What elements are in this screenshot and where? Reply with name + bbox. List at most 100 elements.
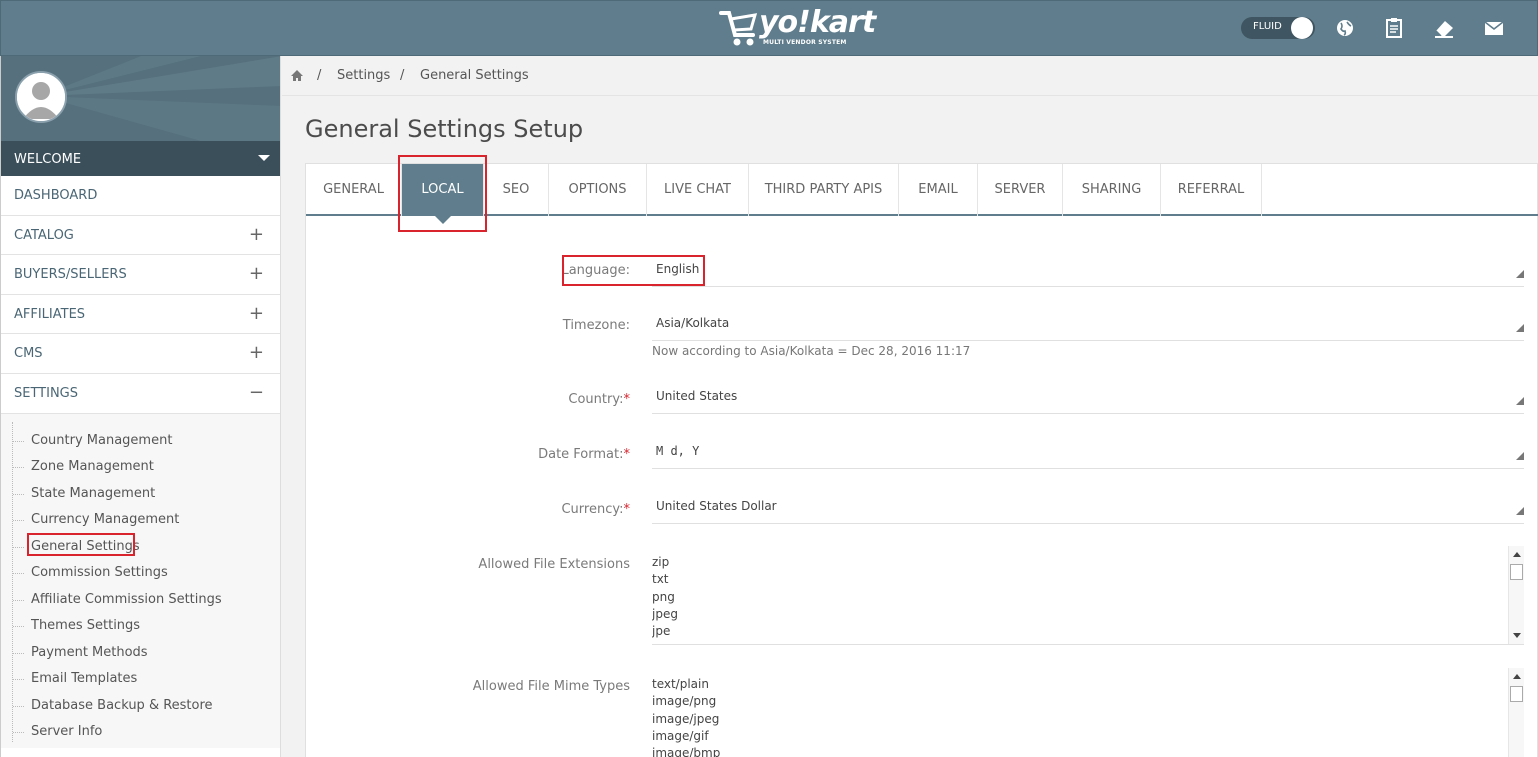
cart-logo-icon: [719, 11, 758, 46]
submenu-item-commission-settings[interactable]: Commission Settings: [1, 562, 280, 589]
plus-icon[interactable]: +: [249, 342, 264, 363]
mail-icon[interactable]: [1483, 17, 1505, 39]
tab-referral[interactable]: REFERRAL: [1161, 164, 1262, 216]
tab-sharing[interactable]: SHARING: [1063, 164, 1161, 216]
timezone-hint: Now according to Asia/Kolkata = Dec 28, …: [652, 344, 971, 358]
scroll-thumb[interactable]: [1510, 686, 1523, 702]
profile-panel: [1, 56, 280, 141]
settings-card: GENERAL LOCAL SEO OPTIONS LIVE CHAT THIR…: [305, 163, 1538, 757]
logo[interactable]: yo!kart MULTI VENDOR SYSTEM: [719, 5, 876, 51]
tab-live-chat[interactable]: LIVE CHAT: [647, 164, 749, 216]
file-extensions-textarea[interactable]: zip txt png jpeg jpe: [652, 546, 1524, 645]
clipboard-icon[interactable]: [1383, 17, 1405, 39]
highlight-general-settings: [27, 533, 135, 556]
dropdown-arrow-icon: [1516, 452, 1524, 460]
highlight-local-tab: [398, 155, 487, 232]
timezone-label: Timezone:: [562, 318, 630, 333]
textarea-line: image/bmp: [652, 746, 721, 757]
textarea-line: jpe: [652, 624, 671, 639]
date-format-label-text: Date Format:: [538, 447, 624, 462]
submenu-label: Commission Settings: [31, 565, 168, 581]
sidebar-item-label: CATALOG: [14, 227, 74, 243]
required-marker: *: [623, 502, 631, 517]
submenu-label: State Management: [31, 485, 156, 501]
scroll-down-icon[interactable]: [1513, 633, 1521, 638]
textarea-line: text/plain: [652, 677, 709, 691]
avatar[interactable]: [15, 71, 67, 123]
submenu-item-zone-management[interactable]: Zone Management: [1, 456, 280, 483]
sidebar-item-buyers-sellers[interactable]: BUYERS/SELLERS +: [1, 255, 280, 295]
submenu-item-country-management[interactable]: Country Management: [1, 430, 280, 457]
submenu-item-state-management[interactable]: State Management: [1, 483, 280, 510]
submenu-label: Payment Methods: [31, 644, 148, 660]
toggle-knob: [1291, 17, 1313, 39]
highlight-language: [562, 255, 705, 286]
eraser-icon[interactable]: [1433, 17, 1455, 39]
currency-value: United States Dollar: [656, 499, 777, 513]
submenu-item-currency-management[interactable]: Currency Management: [1, 509, 280, 536]
submenu-item-themes-settings[interactable]: Themes Settings: [1, 615, 280, 642]
scrollbar[interactable]: [1508, 546, 1524, 644]
breadcrumb-settings[interactable]: Settings: [337, 68, 390, 83]
submenu-item-payment-methods[interactable]: Payment Methods: [1, 642, 280, 669]
breadcrumb-general-settings: General Settings: [420, 68, 529, 83]
mime-types-label: Allowed File Mime Types: [472, 679, 630, 694]
dropdown-arrow-icon: [1516, 507, 1524, 515]
scroll-thumb[interactable]: [1510, 564, 1523, 580]
submenu-item-email-templates[interactable]: Email Templates: [1, 668, 280, 695]
language-select[interactable]: English: [652, 251, 1524, 287]
country-select[interactable]: United States: [652, 378, 1524, 414]
tab-email[interactable]: EMAIL: [899, 164, 978, 216]
tab-third-party-apis[interactable]: THIRD PARTY APIS: [749, 164, 899, 216]
sidebar-item-cms[interactable]: CMS +: [1, 334, 280, 374]
required-marker: *: [623, 447, 631, 462]
breadcrumb-separator: /: [317, 68, 322, 83]
textarea-line: txt: [652, 572, 669, 587]
currency-select[interactable]: United States Dollar: [652, 488, 1524, 524]
scrollbar[interactable]: [1508, 668, 1524, 757]
welcome-menu[interactable]: WELCOME: [1, 141, 280, 176]
tab-seo[interactable]: SEO: [484, 164, 549, 216]
tab-options[interactable]: OPTIONS: [549, 164, 647, 216]
logo-text: yo!kart: [759, 5, 876, 40]
plus-icon[interactable]: +: [249, 224, 264, 245]
textarea-line: image/gif: [652, 728, 709, 743]
textarea-line: jpeg: [652, 606, 678, 621]
scroll-up-icon[interactable]: [1513, 552, 1521, 557]
sidebar-item-settings[interactable]: SETTINGS −: [1, 374, 280, 414]
submenu-label: Database Backup & Restore: [31, 697, 213, 713]
home-icon[interactable]: [290, 69, 304, 82]
submenu-label: Zone Management: [31, 459, 154, 475]
tab-server[interactable]: SERVER: [978, 164, 1063, 216]
fluid-label: FLUID: [1253, 21, 1282, 32]
country-label-text: Country:: [568, 392, 624, 407]
tab-general[interactable]: GENERAL: [306, 164, 402, 216]
globe-icon[interactable]: [1334, 17, 1356, 39]
welcome-label: WELCOME: [14, 152, 82, 167]
timezone-select[interactable]: Asia/Kolkata: [652, 305, 1524, 341]
submenu-item-affiliate-commission-settings[interactable]: Affiliate Commission Settings: [1, 589, 280, 616]
minus-icon[interactable]: −: [249, 382, 264, 403]
sidebar-item-dashboard[interactable]: DASHBOARD: [1, 176, 280, 216]
date-format-select[interactable]: M d, Y: [652, 433, 1524, 469]
submenu-item-server-info[interactable]: Server Info: [1, 721, 280, 748]
textarea-line: image/jpeg: [652, 711, 720, 726]
submenu-item-database-backup-restore[interactable]: Database Backup & Restore: [1, 695, 280, 722]
submenu-label: Currency Management: [31, 512, 180, 528]
tab-bar: GENERAL LOCAL SEO OPTIONS LIVE CHAT THIR…: [306, 164, 1538, 224]
sidebar-item-catalog[interactable]: CATALOG +: [1, 216, 280, 256]
sidebar: WELCOME DASHBOARD CATALOG + BUYERS/SELLE…: [0, 56, 281, 757]
fluid-toggle[interactable]: FLUID: [1241, 17, 1315, 39]
textarea-line: image/png: [652, 694, 717, 709]
sidebar-item-affiliates[interactable]: AFFILIATES +: [1, 295, 280, 335]
breadcrumb: / Settings / General Settings: [282, 56, 1538, 96]
mime-types-textarea[interactable]: text/plain image/png image/jpeg image/gi…: [652, 668, 1524, 757]
dropdown-arrow-icon: [1516, 270, 1524, 278]
logo-subtitle: MULTI VENDOR SYSTEM: [763, 39, 847, 46]
settings-submenu: Country Management Zone Management State…: [1, 413, 280, 748]
plus-icon[interactable]: +: [249, 303, 264, 324]
scroll-up-icon[interactable]: [1513, 674, 1521, 679]
country-value: United States: [656, 389, 738, 403]
dropdown-arrow-icon: [1516, 324, 1524, 332]
plus-icon[interactable]: +: [249, 263, 264, 284]
